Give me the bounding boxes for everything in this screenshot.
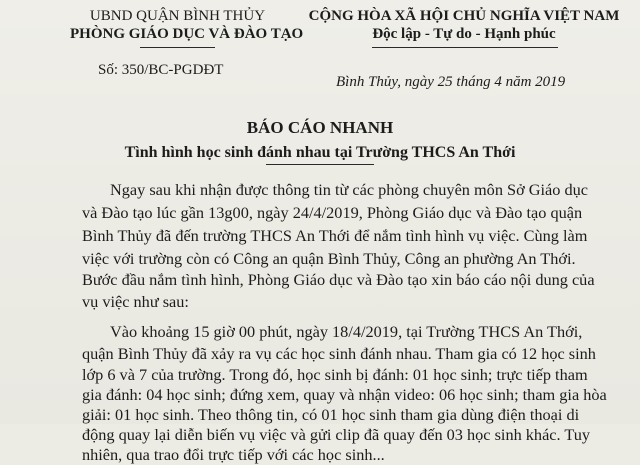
national-motto: Độc lập - Tự do - Hạnh phúc	[372, 26, 556, 42]
body-line: động quay lại diễn biến vụ việc và gửi c…	[82, 425, 591, 444]
document-number: Số: 350/BC-PGDĐT	[98, 62, 224, 78]
department-underline	[140, 47, 215, 48]
body-line: và Đào tạo lúc gần 13g00, ngày 24/4/2019…	[82, 203, 583, 222]
motto-underline	[372, 47, 558, 48]
body-line: việc với trường còn có Công an quận Bình…	[82, 249, 576, 268]
document-page: UBND QUẬN BÌNH THỦY PHÒNG GIÁO DỤC VÀ ĐÀ…	[0, 0, 640, 464]
body-line: giải: 01 học sinh. Theo thông tin, có 01…	[82, 405, 580, 424]
place-and-date: Bình Thủy, ngày 25 tháng 4 năm 2019	[336, 74, 566, 90]
national-title: CỘNG HÒA XÃ HỘI CHỦ NGHĨA VIỆT NAM	[308, 8, 620, 24]
body-line: vụ việc như sau:	[82, 292, 189, 311]
body-line: Bình Thủy đã đến trường THCS An Thới để …	[82, 226, 588, 245]
report-subtitle: Tình hình học sinh đánh nhau tại Trường …	[124, 144, 516, 161]
body-line: nhiên, qua trao đổi trực tiếp với các họ…	[82, 445, 385, 464]
body-line: gia đánh: 04 học sinh; đứng xem, quay và…	[82, 385, 607, 404]
body-line: lớp 6 và 7 của trường. Trong đó, học sin…	[82, 365, 588, 384]
body-line: Vào khoảng 15 giờ 00 phút, ngày 18/4/201…	[110, 322, 583, 341]
subtitle-underline	[266, 164, 374, 165]
body-line: quận Bình Thủy đã xảy ra vụ các học sinh…	[82, 344, 596, 363]
report-title: BÁO CÁO NHANH	[246, 118, 394, 137]
issuing-department: PHÒNG GIÁO DỤC VÀ ĐÀO TẠO	[70, 26, 304, 42]
body-line: Ngay sau khi nhận được thông tin từ các …	[110, 180, 588, 199]
issuing-authority: UBND QUẬN BÌNH THỦY	[89, 8, 266, 24]
body-line: Bước đầu nắm tình hình, Phòng Giáo dục v…	[82, 270, 595, 289]
